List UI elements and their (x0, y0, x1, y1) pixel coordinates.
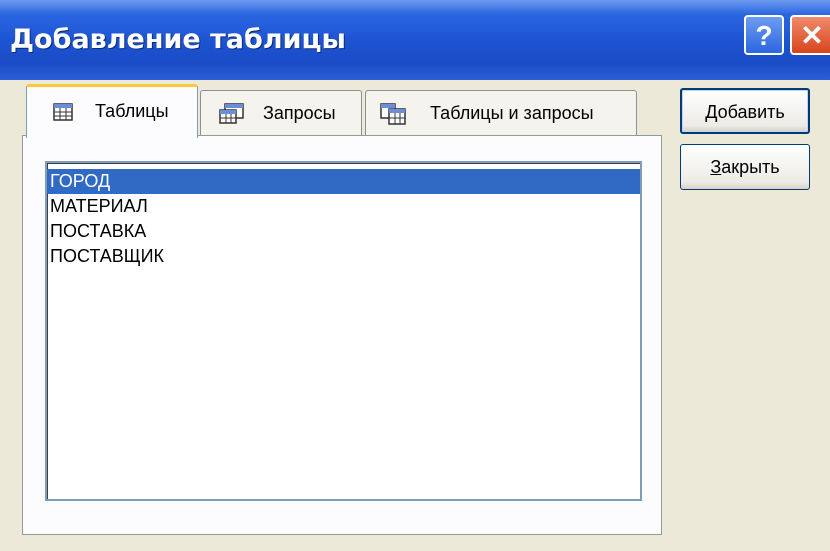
tab-queries-label: Запросы (263, 103, 336, 123)
dialog-bottom-edge (0, 540, 830, 551)
query-icon (219, 103, 245, 130)
title-bar: Добавление таблицы ? ✕ (0, 0, 830, 80)
tab-tables[interactable]: Таблицы (26, 84, 198, 138)
list-item[interactable]: МАТЕРИАЛ (47, 194, 640, 219)
list-item[interactable]: ПОСТАВЩИК (47, 244, 640, 269)
tab-tables-and-queries-label: Таблицы и запросы (430, 103, 594, 123)
close-button[interactable]: Закрыть (680, 144, 810, 190)
help-button[interactable]: ? (744, 15, 784, 55)
tables-and-queries-icon (380, 103, 406, 130)
tab-tables-and-queries[interactable]: Таблицы и запросы (365, 90, 637, 136)
close-window-button[interactable]: ✕ (790, 15, 830, 55)
close-button-label: акрыть (721, 157, 780, 177)
close-button-accel: З (710, 157, 722, 177)
list-item[interactable]: ПОСТАВКА (47, 219, 640, 244)
tables-listbox[interactable]: ГОРОД МАТЕРИАЛ ПОСТАВКА ПОСТАВЩИК (45, 161, 642, 501)
add-button-label: обавить (717, 102, 785, 122)
window-title: Добавление таблицы (10, 24, 346, 55)
tab-tables-label: Таблицы (95, 101, 169, 121)
list-item[interactable]: ГОРОД (47, 169, 640, 194)
table-icon (53, 103, 73, 126)
tab-queries[interactable]: Запросы (200, 90, 362, 136)
tables-list: ГОРОД МАТЕРИАЛ ПОСТАВКА ПОСТАВЩИК (47, 163, 640, 269)
tab-panel: ГОРОД МАТЕРИАЛ ПОСТАВКА ПОСТАВЩИК (22, 135, 662, 535)
add-button-accel: Д (705, 102, 718, 122)
add-button[interactable]: Добавить (680, 88, 810, 134)
add-table-dialog: Добавление таблицы ? ✕ Таблицы Запросы Т… (0, 0, 830, 551)
